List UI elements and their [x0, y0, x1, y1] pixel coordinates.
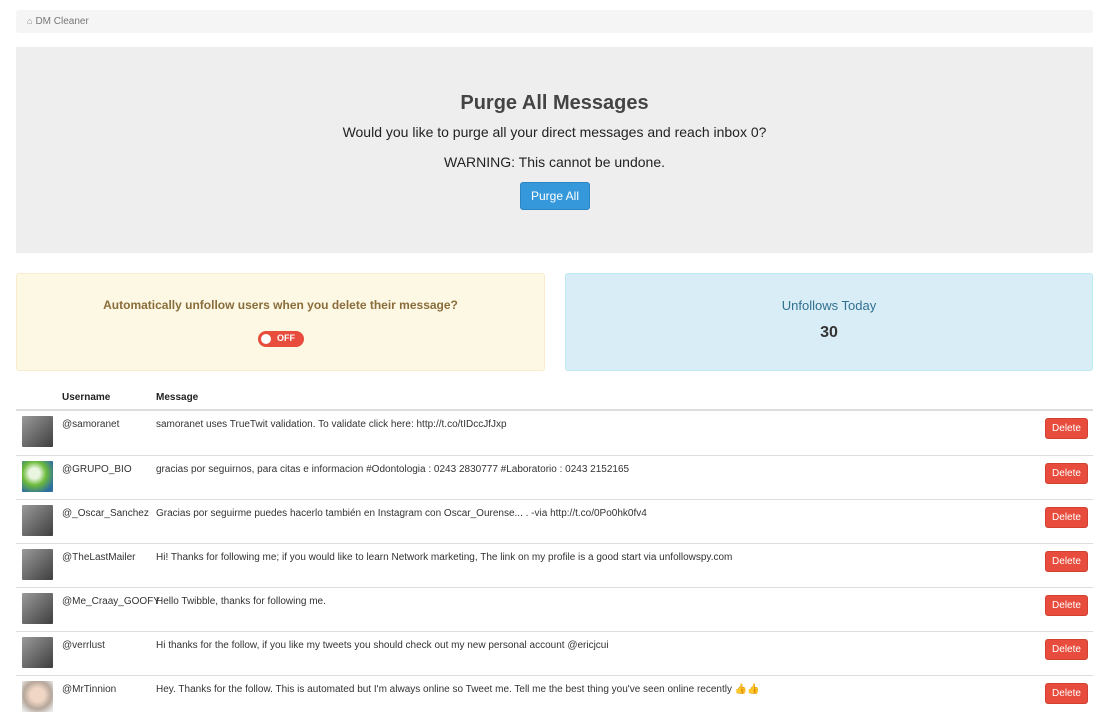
avatar [22, 416, 53, 447]
home-icon[interactable]: ⌂ [27, 10, 32, 33]
header-message: Message [156, 392, 199, 403]
row-username: @Me_Craay_GOOFY [62, 596, 160, 607]
table-row: @GRUPO_BIO gracias por seguirnos, para c… [16, 455, 1093, 499]
row-message: Hi thanks for the follow, if you like my… [156, 640, 609, 651]
avatar [22, 681, 53, 712]
delete-button[interactable]: Delete [1045, 639, 1088, 660]
table-body: @samoranet samoranet uses TrueTwit valid… [16, 411, 1093, 719]
table-row: @_Oscar_Sanchez Gracias por seguirme pue… [16, 499, 1093, 543]
row-username: @GRUPO_BIO [62, 464, 132, 475]
row-username: @samoranet [62, 419, 120, 430]
delete-button[interactable]: Delete [1045, 595, 1088, 616]
purge-all-button[interactable]: Purge All [520, 182, 590, 210]
row-message: Hey. Thanks for the follow. This is auto… [156, 684, 760, 695]
row-message: Gracias por seguirme puedes hacerlo tamb… [156, 508, 647, 519]
delete-button[interactable]: Delete [1045, 683, 1088, 704]
unfollows-today-title: Unfollows Today [781, 298, 877, 313]
messages-table: Username Message @samoranet samoranet us… [16, 385, 1093, 719]
avatar [22, 549, 53, 580]
table-row: @MrTinnion Hey. Thanks for the follow. T… [16, 675, 1093, 719]
toggle-label: OFF [277, 333, 295, 343]
delete-button[interactable]: Delete [1045, 507, 1088, 528]
purge-description: Would you like to purge all your direct … [342, 124, 767, 140]
row-username: @MrTinnion [62, 684, 117, 695]
unfollows-today-panel: Unfollows Today 30 [565, 273, 1093, 371]
row-username: @TheLastMailer [62, 552, 136, 563]
unfollows-today-count: 30 [820, 324, 838, 341]
table-row: @TheLastMailer Hi! Thanks for following … [16, 543, 1093, 587]
delete-button[interactable]: Delete [1045, 418, 1088, 439]
avatar [22, 461, 53, 492]
row-message: Hello Twibble, thanks for following me. [156, 596, 326, 607]
row-message: samoranet uses TrueTwit validation. To v… [156, 419, 507, 430]
breadcrumb: ⌂ DM Cleaner [16, 10, 1093, 33]
toggle-knob [261, 334, 271, 344]
purge-warning: WARNING: This cannot be undone. [444, 154, 665, 170]
avatar [22, 637, 53, 668]
table-row: @verrlust Hi thanks for the follow, if y… [16, 631, 1093, 675]
auto-unfollow-toggle[interactable]: OFF [258, 331, 304, 347]
header-username: Username [62, 392, 111, 403]
purge-title: Purge All Messages [460, 92, 649, 114]
table-row: @samoranet samoranet uses TrueTwit valid… [16, 411, 1093, 455]
delete-button[interactable]: Delete [1045, 551, 1088, 572]
avatar [22, 593, 53, 624]
table-header: Username Message [16, 385, 1093, 411]
row-username: @_Oscar_Sanchez [62, 508, 149, 519]
row-message: Hi! Thanks for following me; if you woul… [156, 552, 733, 563]
row-username: @verrlust [62, 640, 105, 651]
table-row: @Me_Craay_GOOFY Hello Twibble, thanks fo… [16, 587, 1093, 631]
delete-button[interactable]: Delete [1045, 463, 1088, 484]
purge-panel: Purge All Messages Would you like to pur… [16, 47, 1093, 253]
breadcrumb-label[interactable]: DM Cleaner [35, 16, 88, 27]
avatar [22, 505, 53, 536]
auto-unfollow-panel: Automatically unfollow users when you de… [16, 273, 545, 371]
row-message: gracias por seguirnos, para citas e info… [156, 464, 630, 475]
auto-unfollow-question: Automatically unfollow users when you de… [103, 298, 458, 312]
